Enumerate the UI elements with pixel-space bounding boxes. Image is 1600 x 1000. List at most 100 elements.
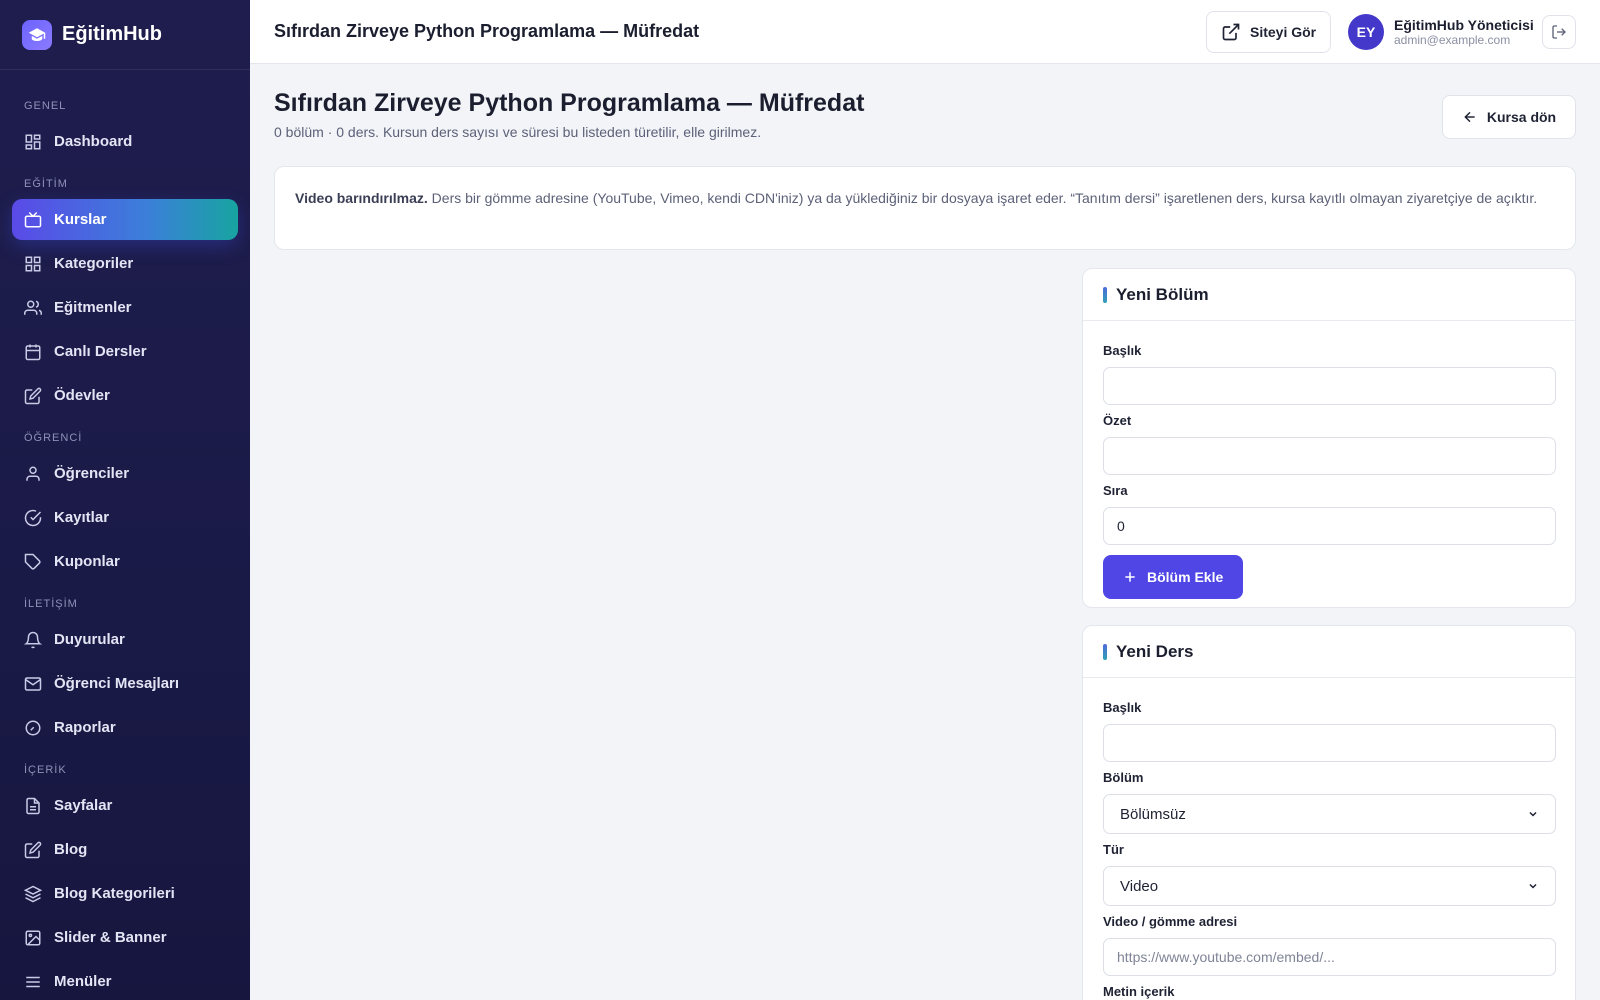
lesson-type-value: Video — [1120, 877, 1159, 895]
topbar: Sıfırdan Zirveye Python Programlama — Mü… — [250, 0, 1600, 64]
section-summary-input[interactable] — [1103, 437, 1556, 475]
sidebar-item-label: Menüler — [54, 973, 112, 990]
sidebar-item-label: Sayfalar — [54, 797, 113, 814]
sidebar-item-blog-categories[interactable]: Blog Kategorileri — [12, 873, 238, 914]
mail-icon — [24, 675, 42, 693]
chevron-down-icon — [1527, 880, 1539, 892]
sidebar-item-categories[interactable]: Kategoriler — [12, 243, 238, 284]
card-accent-bar — [1103, 643, 1107, 660]
new-section-card: Yeni Bölüm Başlık Özet Sıra 0 Bölüm Ekle — [1082, 268, 1576, 608]
sidebar-item-slider-banner[interactable]: Slider & Banner — [12, 917, 238, 958]
sidebar-item-announcements[interactable]: Duyurular — [12, 619, 238, 660]
image-icon — [24, 929, 42, 947]
nav-section-education: EĞİTİM Kurslar Kategoriler Eğitmenler Ca… — [0, 178, 250, 416]
lesson-section-label: Bölüm — [1103, 770, 1144, 785]
edit-icon — [24, 387, 42, 405]
sidebar-item-label: Ödevler — [54, 387, 110, 404]
tag-icon — [24, 553, 42, 571]
section-title-label: Başlık — [1103, 343, 1142, 358]
sidebar-item-label: Blog Kategorileri — [54, 885, 175, 902]
menu-icon — [24, 973, 42, 991]
nav-section-general: GENEL Dashboard — [0, 100, 250, 162]
sidebar-item-students[interactable]: Öğrenciler — [12, 453, 238, 494]
view-site-label: Siteyi Gör — [1250, 24, 1317, 40]
lesson-video-label: Video / gömme adresi — [1103, 914, 1238, 929]
back-to-course-label: Kursa dön — [1486, 109, 1557, 125]
sidebar: EğitimHub GENEL Dashboard EĞİTİM Kurslar… — [0, 0, 250, 1000]
sidebar-item-reports[interactable]: Raporlar — [12, 707, 238, 748]
graduation-cap-icon — [22, 19, 52, 50]
sidebar-item-label: Slider & Banner — [54, 929, 167, 946]
logout-button[interactable] — [1542, 15, 1576, 49]
plus-icon — [1123, 570, 1137, 584]
lesson-title-input[interactable] — [1103, 724, 1556, 762]
gauge-icon — [24, 719, 42, 737]
lesson-text-label: Metin içerik — [1103, 984, 1175, 999]
sidebar-item-live-lessons[interactable]: Canlı Dersler — [12, 331, 238, 372]
view-site-button[interactable]: Siteyi Gör — [1206, 11, 1332, 53]
page-title: Sıfırdan Zirveye Python Programlama — Mü… — [274, 89, 865, 117]
section-label: ÖĞRENCİ — [24, 432, 83, 444]
section-order-input[interactable]: 0 — [1103, 507, 1556, 545]
lesson-video-input[interactable]: https://www.youtube.com/embed/... — [1103, 938, 1556, 976]
lesson-title-label: Başlık — [1103, 700, 1142, 715]
card-accent-bar — [1103, 286, 1107, 303]
sidebar-item-label: Kuponlar — [54, 553, 120, 570]
sidebar-item-label: Kategoriler — [54, 255, 134, 272]
section-label: İLETİŞİM — [24, 598, 78, 610]
grid-icon — [24, 133, 42, 151]
new-section-title: Yeni Bölüm — [1116, 284, 1209, 304]
grid-icon — [24, 255, 42, 273]
sidebar-item-instructors[interactable]: Eğitmenler — [12, 287, 238, 328]
add-section-button[interactable]: Bölüm Ekle — [1103, 555, 1244, 599]
sidebar-item-label: Dashboard — [54, 133, 133, 150]
sidebar-item-label: Canlı Dersler — [54, 343, 147, 360]
sidebar-item-label: Kurslar — [54, 211, 107, 228]
info-notice-text: Ders bir gömme adresine (YouTube, Vimeo,… — [427, 190, 1538, 206]
topbar-title: Sıfırdan Zirveye Python Programlama — Mü… — [274, 21, 700, 41]
sidebar-item-label: Öğrenci Mesajları — [54, 675, 180, 692]
sidebar-item-menus[interactable]: Menüler — [12, 961, 238, 1000]
user-email: admin@example.com — [1394, 33, 1511, 47]
layers-icon — [24, 885, 42, 903]
sidebar-item-coupons[interactable]: Kuponlar — [12, 541, 238, 582]
brand-name: EğitimHub — [62, 23, 162, 45]
nav-section-content: İÇERİK Sayfalar Blog Blog Kategorileri S… — [0, 764, 250, 1000]
sidebar-item-pages[interactable]: Sayfalar — [12, 785, 238, 826]
user-icon — [24, 465, 42, 483]
back-to-course-button[interactable]: Kursa dön — [1442, 95, 1576, 139]
section-title-input[interactable] — [1103, 367, 1556, 405]
lesson-section-select[interactable]: Bölümsüz — [1103, 794, 1556, 834]
sidebar-item-blog[interactable]: Blog — [12, 829, 238, 870]
calendar-icon — [24, 343, 42, 361]
sidebar-item-assignments[interactable]: Ödevler — [12, 375, 238, 416]
external-link-icon — [1221, 22, 1241, 42]
add-section-label: Bölüm Ekle — [1147, 569, 1224, 585]
sidebar-item-label: Öğrenciler — [54, 465, 130, 482]
chevron-down-icon — [1527, 808, 1539, 820]
nav-section-communication: İLETİŞİM Duyurular Öğrenci Mesajları Rap… — [0, 598, 250, 748]
new-lesson-title: Yeni Ders — [1116, 641, 1194, 661]
sidebar-item-courses[interactable]: Kurslar — [12, 199, 238, 240]
arrow-left-icon — [1462, 109, 1478, 125]
nav-section-student: ÖĞRENCİ Öğrenciler Kayıtlar Kuponlar — [0, 432, 250, 582]
edit-icon — [24, 841, 42, 859]
bell-icon — [24, 631, 42, 649]
tv-icon — [24, 211, 42, 229]
lesson-type-select[interactable]: Video — [1103, 866, 1556, 906]
section-label: GENEL — [24, 100, 67, 112]
sidebar-item-enrollments[interactable]: Kayıtlar — [12, 497, 238, 538]
file-icon — [24, 797, 42, 815]
logout-icon — [1551, 24, 1567, 40]
sidebar-item-label: Blog — [54, 841, 88, 858]
users-icon — [24, 299, 42, 317]
check-circle-icon — [24, 509, 42, 527]
brand[interactable]: EğitimHub — [0, 0, 250, 70]
sidebar-item-label: Raporlar — [54, 719, 116, 736]
sidebar-item-dashboard[interactable]: Dashboard — [12, 121, 238, 162]
user-menu[interactable]: EY EğitimHub Yöneticisi admin@example.co… — [1348, 14, 1534, 50]
section-summary-label: Özet — [1103, 413, 1132, 428]
sidebar-item-student-messages[interactable]: Öğrenci Mesajları — [12, 663, 238, 704]
page-subtitle: 0 bölüm · 0 ders. Kursun ders sayısı ve … — [274, 124, 762, 140]
sidebar-item-label: Eğitmenler — [54, 299, 132, 316]
